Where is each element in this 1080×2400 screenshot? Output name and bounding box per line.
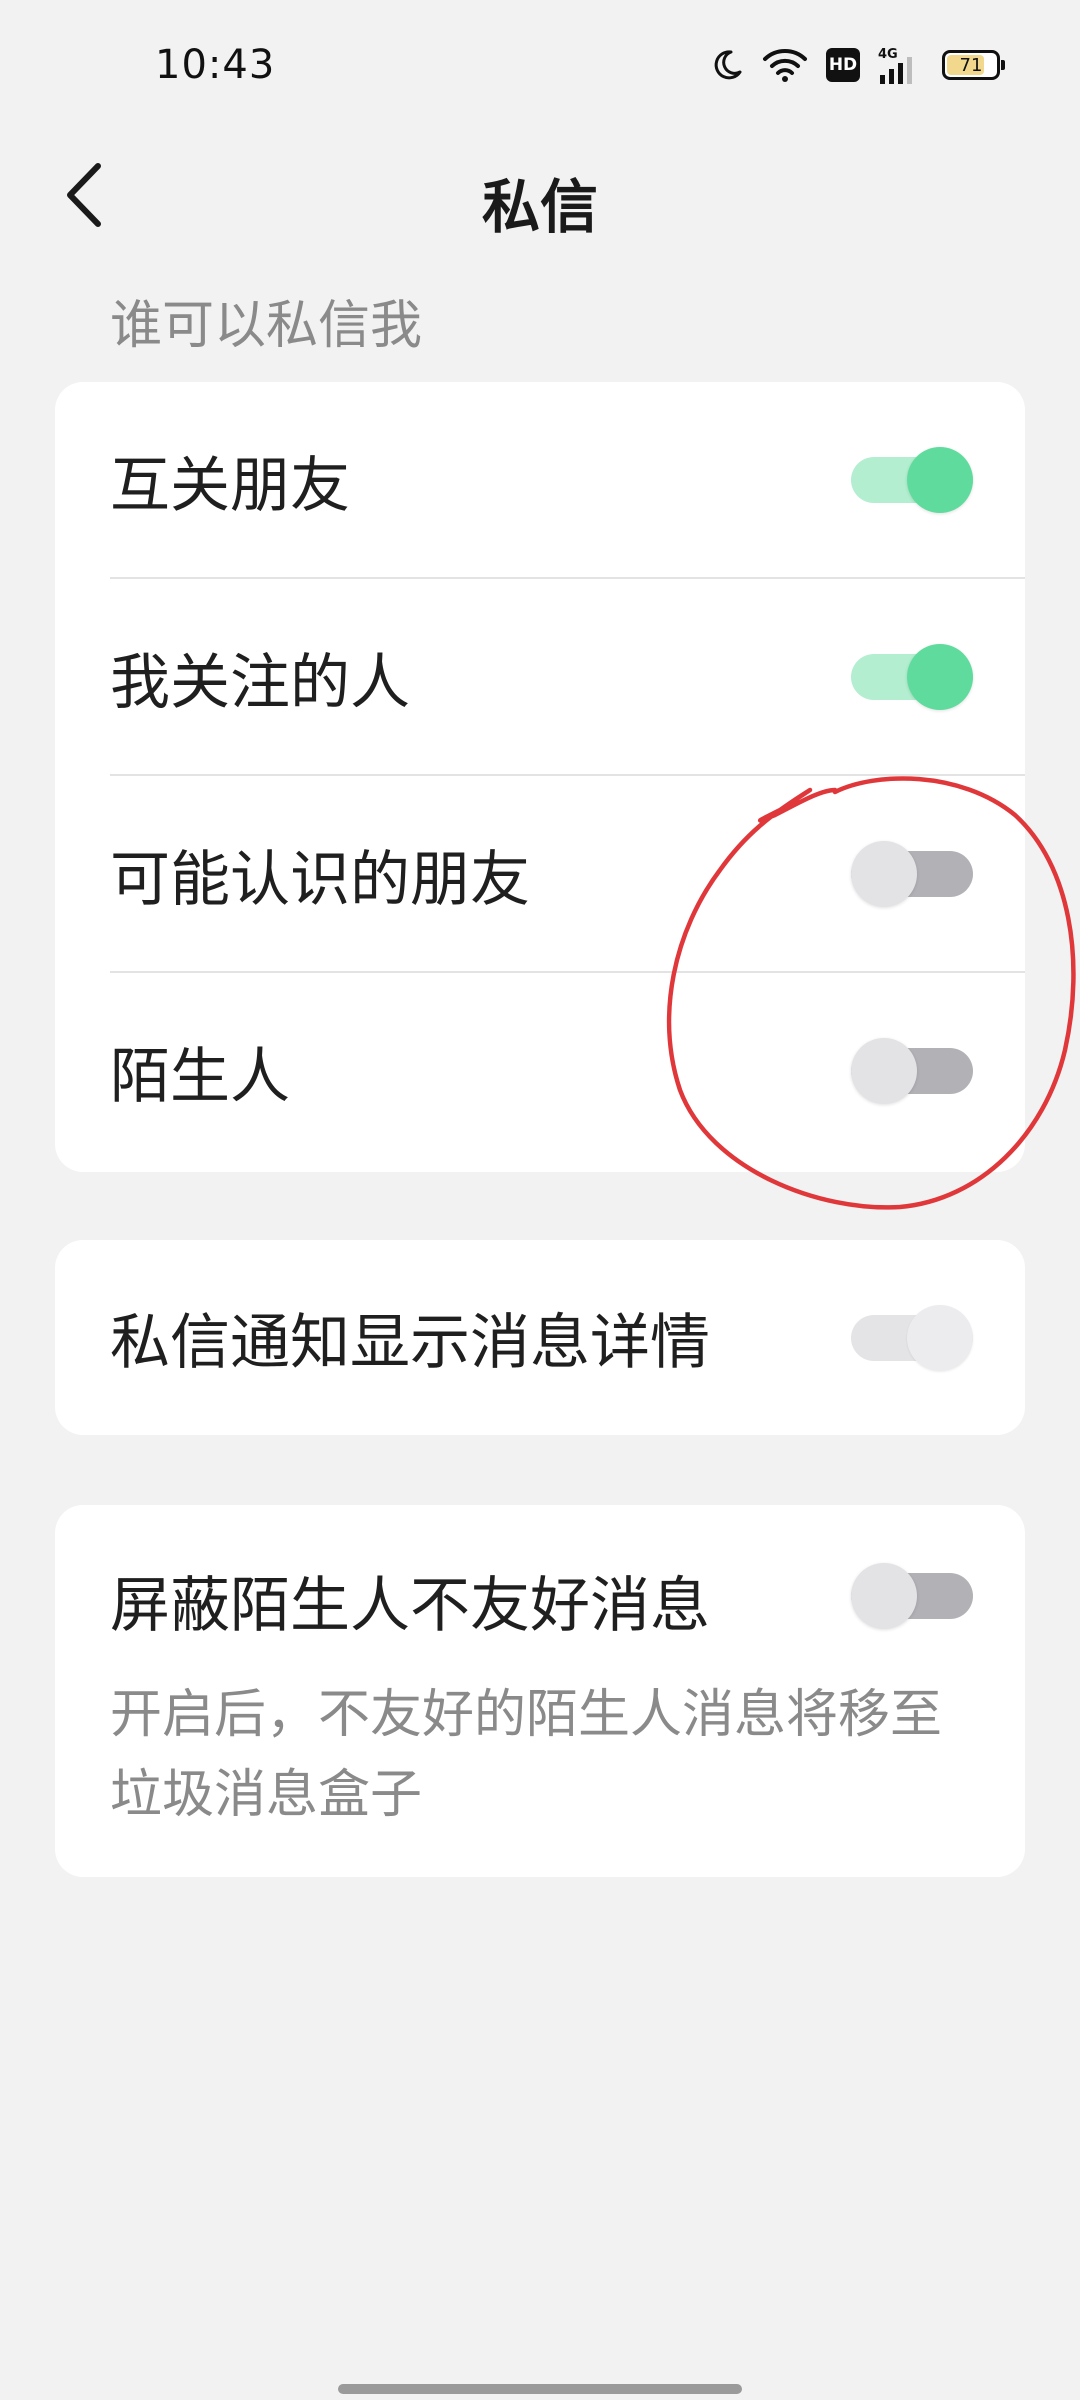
setting-row-notification-details[interactable]: 私信通知显示消息详情	[55, 1240, 1025, 1435]
setting-label: 陌生人	[110, 1042, 290, 1112]
header: 私信	[0, 130, 1080, 260]
status-time: 10:43	[155, 42, 276, 88]
page-title: 私信	[481, 173, 598, 241]
battery-icon: 71	[942, 50, 1005, 80]
section-title: 谁可以私信我	[110, 296, 423, 356]
screen: 10:43 HD 4G 71 私信 谁可以私信我 互关朋友 我关注的人 可能认识…	[0, 0, 1080, 2400]
setting-row-may-know[interactable]: 可能认识的朋友	[55, 776, 1025, 973]
network-type-label: 4G	[878, 47, 898, 62]
status-bar: 10:43 HD 4G 71	[0, 0, 1080, 130]
setting-label: 我关注的人	[110, 648, 410, 718]
hd-icon: HD	[826, 48, 860, 82]
setting-row-following[interactable]: 我关注的人	[55, 579, 1025, 776]
setting-label: 屏蔽陌生人不友好消息	[110, 1570, 710, 1641]
cellular-signal-icon: 4G	[878, 45, 924, 85]
notification-details-toggle[interactable]	[851, 1305, 973, 1371]
mutual-friends-toggle[interactable]	[851, 447, 973, 513]
may-know-toggle[interactable]	[851, 841, 973, 907]
following-toggle[interactable]	[851, 644, 973, 710]
setting-row-mutual-friends[interactable]: 互关朋友	[55, 382, 1025, 579]
notification-details-card: 私信通知显示消息详情	[55, 1240, 1025, 1435]
block-unfriendly-toggle[interactable]	[851, 1563, 973, 1629]
battery-level: 71	[959, 54, 983, 76]
home-indicator[interactable]	[338, 2384, 742, 2394]
block-unfriendly-card: 屏蔽陌生人不友好消息 开启后，不友好的陌生人消息将移至垃圾消息盒子	[55, 1505, 1025, 1877]
setting-row-block-unfriendly[interactable]: 屏蔽陌生人不友好消息 开启后，不友好的陌生人消息将移至垃圾消息盒子	[55, 1505, 1025, 1877]
setting-row-strangers[interactable]: 陌生人	[55, 973, 1025, 1170]
wifi-icon	[762, 47, 808, 83]
moon-icon	[710, 48, 744, 82]
status-icons: HD 4G 71	[710, 45, 1005, 85]
setting-label: 可能认识的朋友	[110, 845, 530, 915]
who-can-message-card: 互关朋友 我关注的人 可能认识的朋友 陌生人	[55, 382, 1025, 1172]
setting-label: 互关朋友	[110, 451, 350, 521]
setting-label: 私信通知显示消息详情	[110, 1308, 710, 1378]
strangers-toggle[interactable]	[851, 1038, 973, 1104]
setting-description: 开启后，不友好的陌生人消息将移至垃圾消息盒子	[110, 1685, 943, 1825]
